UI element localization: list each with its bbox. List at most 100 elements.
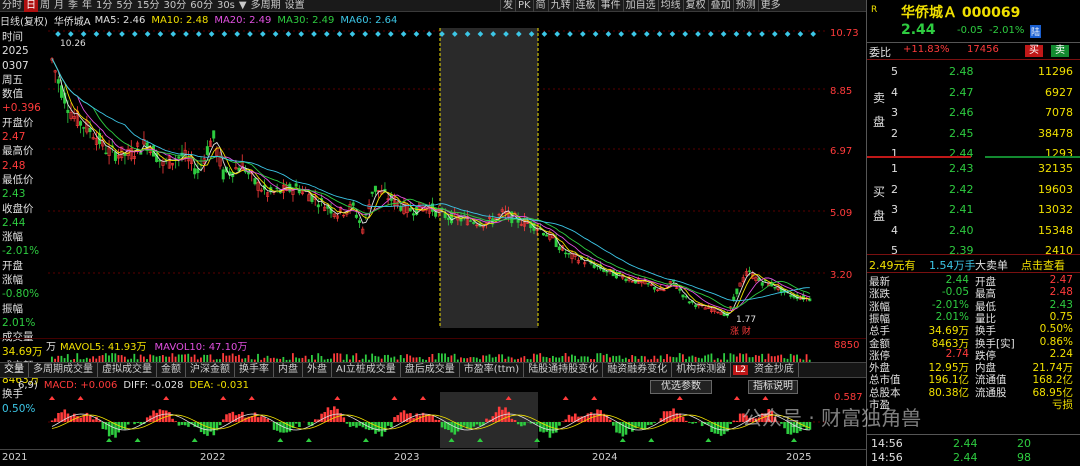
period-tab-13[interactable]: 多周期 (249, 0, 283, 12)
function-button-1[interactable]: PK (515, 0, 533, 12)
function-button-11[interactable]: 更多 (757, 0, 783, 12)
event-marker[interactable] (400, 31, 407, 37)
event-marker[interactable] (746, 31, 753, 37)
event-marker[interactable] (784, 31, 791, 37)
ask-level-5[interactable]: 5 2.48 11296 (867, 65, 1080, 79)
indicator-tab-12[interactable]: 融资融券变化 (603, 363, 673, 377)
event-marker[interactable] (336, 31, 343, 37)
event-marker[interactable] (119, 31, 125, 37)
kline-chart[interactable]: 10.26 1.77涨 财 (48, 28, 828, 338)
ask-level-2[interactable]: 2 2.45 38478 (867, 127, 1080, 141)
event-marker[interactable] (131, 31, 138, 37)
event-marker[interactable] (80, 31, 87, 37)
period-tab-10[interactable]: 60分 (188, 0, 215, 12)
event-marker[interactable] (259, 31, 266, 37)
period-tab-4[interactable]: 季 (66, 0, 80, 12)
event-marker[interactable] (157, 31, 164, 37)
period-tab-5[interactable]: 年 (80, 0, 94, 12)
indicator-tab-2[interactable]: 虚拟成交量 (98, 363, 157, 377)
event-marker[interactable] (183, 31, 189, 37)
big-order-row[interactable]: 2.49元有 1.54万手 大卖单 点击查看 (867, 257, 1080, 273)
event-marker[interactable] (323, 31, 330, 37)
function-button-6[interactable]: 加自选 (622, 0, 658, 12)
event-marker[interactable] (592, 31, 599, 37)
macd-chart[interactable] (48, 392, 828, 448)
period-tab-9[interactable]: 30分 (161, 0, 188, 12)
event-marker[interactable] (567, 31, 573, 37)
sell-button[interactable]: 卖 (1051, 45, 1069, 57)
event-marker[interactable] (106, 31, 113, 37)
event-marker[interactable] (349, 31, 356, 37)
function-button-0[interactable]: 发 (500, 0, 515, 12)
indicator-tab-8[interactable]: AI立桩成交量 (332, 363, 401, 377)
event-marker[interactable] (67, 31, 74, 37)
period-tab-2[interactable]: 周 (38, 0, 52, 12)
ask-level-3[interactable]: 3 2.46 7078 (867, 106, 1080, 120)
event-marker[interactable] (55, 31, 61, 37)
function-button-9[interactable]: 叠加 (707, 0, 733, 12)
function-button-8[interactable]: 复权 (682, 0, 708, 12)
event-marker[interactable] (669, 31, 676, 37)
indicator-tab-9[interactable]: 盘后成交量 (401, 363, 460, 377)
event-marker[interactable] (643, 31, 650, 37)
event-marker[interactable] (759, 31, 765, 37)
indicator-tab-6[interactable]: 内盘 (274, 363, 303, 377)
period-tab-0[interactable]: 分时 (0, 0, 24, 12)
function-button-7[interactable]: 均线 (657, 0, 683, 12)
event-marker[interactable] (631, 31, 637, 37)
event-marker[interactable] (375, 31, 381, 37)
ask-level-1[interactable]: 1 2.44 1293 (867, 147, 1080, 161)
event-marker[interactable] (426, 31, 433, 37)
event-marker[interactable] (810, 31, 817, 37)
event-marker[interactable] (605, 31, 612, 37)
function-button-4[interactable]: 连板 (572, 0, 598, 12)
period-tab-8[interactable]: 15分 (135, 0, 162, 12)
bid-level-5[interactable]: 5 2.39 2410 (867, 244, 1080, 258)
event-marker[interactable] (682, 31, 689, 37)
bid-level-2[interactable]: 2 2.42 19603 (867, 183, 1080, 197)
event-marker[interactable] (413, 31, 420, 37)
period-tab-7[interactable]: 5分 (114, 0, 134, 12)
bid-level-1[interactable]: 1 2.43 32135 (867, 162, 1080, 176)
indicator-tab-7[interactable]: 外盘 (303, 363, 332, 377)
event-marker[interactable] (656, 31, 663, 37)
function-button-10[interactable]: 预测 (732, 0, 758, 12)
period-tab-3[interactable]: 月 (52, 0, 66, 12)
indicator-tab-13[interactable]: 机构探测器 (672, 363, 732, 377)
event-marker[interactable] (720, 31, 727, 37)
period-tab-11[interactable]: 30s (215, 0, 237, 12)
event-marker[interactable] (234, 31, 241, 37)
big-order-link[interactable]: 点击查看 (1021, 257, 1065, 273)
event-marker[interactable] (387, 31, 394, 37)
indicator-tab-5[interactable]: 换手率 (235, 363, 274, 377)
indicator-tab-0[interactable]: 交量 (0, 363, 29, 377)
ask-level-4[interactable]: 4 2.47 6927 (867, 86, 1080, 100)
event-marker[interactable] (272, 31, 279, 37)
period-tab-1[interactable]: 日 (24, 0, 38, 12)
function-button-2[interactable]: 简 (532, 0, 548, 12)
event-marker[interactable] (208, 31, 215, 37)
event-marker[interactable] (311, 31, 317, 37)
event-marker[interactable] (618, 31, 625, 37)
indicator-tab-1[interactable]: 多周期成交量 (29, 363, 98, 377)
bid-level-4[interactable]: 4 2.40 15348 (867, 224, 1080, 238)
event-marker[interactable] (733, 31, 740, 37)
function-button-3[interactable]: 九转 (547, 0, 573, 12)
indicator-tab-10[interactable]: 市盈率(ttm) (460, 363, 525, 377)
event-marker[interactable] (247, 31, 253, 37)
event-marker[interactable] (797, 31, 804, 37)
period-tab-12[interactable]: ▼ (237, 0, 249, 12)
event-marker[interactable] (554, 31, 561, 37)
event-marker[interactable] (93, 31, 100, 37)
event-marker[interactable] (362, 31, 369, 37)
period-tab-6[interactable]: 1分 (94, 0, 114, 12)
event-marker[interactable] (579, 31, 586, 37)
buy-button[interactable]: 买 (1025, 45, 1043, 57)
event-marker[interactable] (285, 31, 292, 37)
indicator-tab-14[interactable]: 资金抄底 (750, 363, 799, 377)
event-marker[interactable] (298, 31, 305, 37)
event-marker[interactable] (695, 31, 701, 37)
event-marker[interactable] (541, 31, 548, 37)
indicator-tab-3[interactable]: 金额 (157, 363, 186, 377)
period-tab-14[interactable]: 设置 (283, 0, 307, 12)
